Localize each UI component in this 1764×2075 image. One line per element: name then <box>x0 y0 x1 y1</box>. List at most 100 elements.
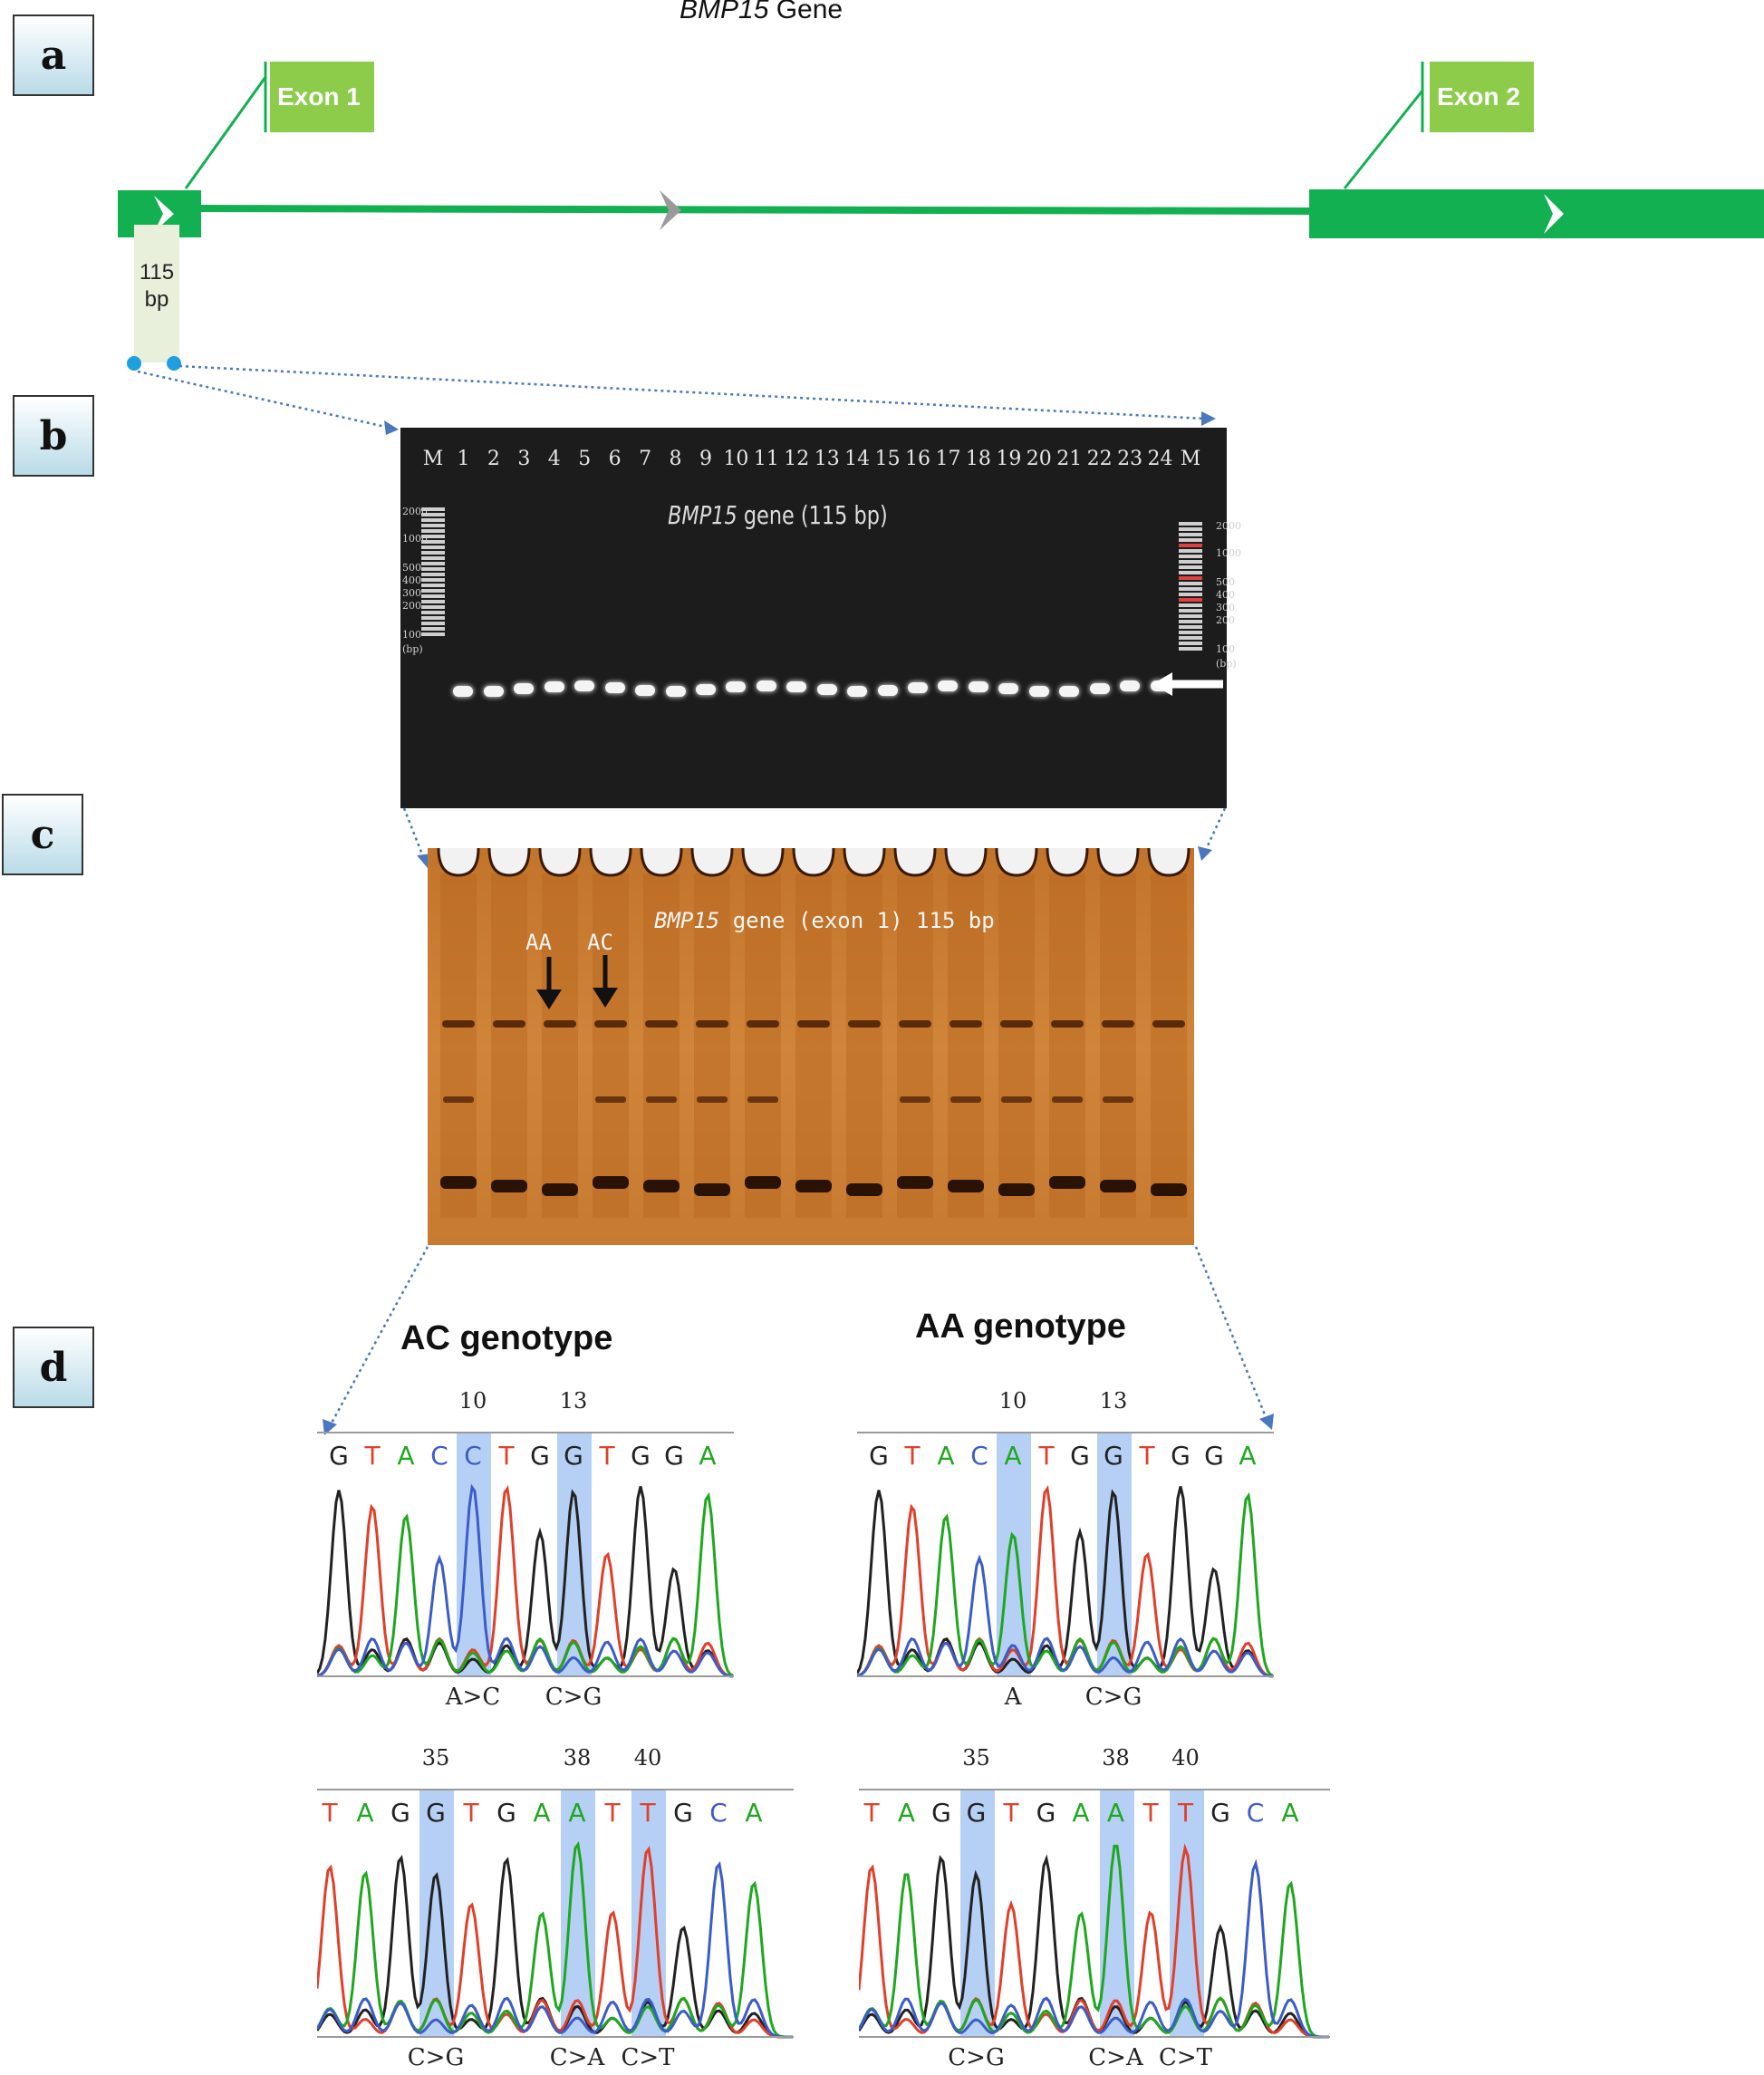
gel-lane-label: 3 <box>517 448 531 470</box>
sscp-band-upper <box>1152 1020 1185 1028</box>
ladder-size-label: 1000 <box>1216 547 1241 559</box>
ladder-band <box>421 616 445 620</box>
sscp-band-upper <box>848 1020 881 1028</box>
sscp-band-lower <box>795 1180 832 1192</box>
sscp-gel-title: BMP15 gene (exon 1) 115 bp <box>654 908 995 933</box>
sscp-lane <box>593 873 629 1218</box>
gel-band <box>604 682 625 694</box>
sscp-well <box>1096 848 1140 877</box>
gel-band <box>453 685 474 697</box>
exon1-label: Exon 1 <box>277 82 361 111</box>
sscp-band-lower <box>998 1183 1035 1196</box>
sscp-well <box>538 848 582 877</box>
ladder-band <box>421 513 445 516</box>
amplicon-size-value: 115 <box>139 260 175 285</box>
sscp-band-upper <box>645 1020 678 1028</box>
sscp-well <box>1147 848 1190 877</box>
gel-lane-label: 7 <box>639 448 652 470</box>
sscp-band-upper <box>594 1020 627 1028</box>
sscp-band-upper <box>797 1020 830 1028</box>
gel-lane-label: 19 <box>996 448 1022 470</box>
gel-lane-label: 12 <box>784 448 810 470</box>
sscp-band-middle <box>950 1096 981 1103</box>
sscp-band-middle <box>1052 1096 1083 1103</box>
sscp-band-lower <box>1151 1183 1187 1196</box>
ladder-band <box>1179 642 1202 645</box>
ladder-band <box>421 507 445 511</box>
ladder-band <box>1179 609 1202 613</box>
sscp-well <box>944 848 988 877</box>
gel-lane-label: 21 <box>1056 448 1083 470</box>
sscp-lane <box>542 873 578 1218</box>
sscp-band-upper <box>442 1020 475 1028</box>
sscp-band-upper <box>1051 1020 1084 1028</box>
chromatogram-ac-exon-top: 10 13 G T A C C T G G T G G A A>C C>G <box>317 1386 734 1722</box>
ladder-band <box>421 567 445 571</box>
gel-lane-label: 2 <box>487 448 500 470</box>
ladder-size-label: 100 <box>1216 643 1235 655</box>
sscp-band-upper <box>1000 1020 1033 1028</box>
gel-lane-label: 6 <box>608 448 622 470</box>
sscp-band-middle <box>697 1096 728 1103</box>
chromatogram-ac-exon-bottom: 35 38 40 T A G G T G A A T T G C A C>G C>A C>T <box>317 1743 794 2075</box>
sscp-gel-title-italic: BMP15 <box>654 908 720 933</box>
exon1-callout-line <box>184 76 267 189</box>
exon2-label: Exon 2 <box>1437 82 1520 111</box>
sscp-lane <box>440 873 477 1218</box>
sscp-band-lower <box>745 1176 781 1189</box>
chromatogram-traces <box>317 1483 734 1678</box>
sscp-band-middle <box>900 1096 930 1103</box>
amplicon-size-unit: bp <box>144 287 169 312</box>
ladder-band <box>421 632 445 636</box>
gel-band <box>968 680 988 692</box>
ladder-band <box>421 562 445 565</box>
gel-band <box>544 680 564 692</box>
agarose-gel-title-rest: gene (115 bp) <box>737 500 888 530</box>
sscp-band-upper <box>493 1020 525 1028</box>
marker-aa-label: AA <box>525 930 552 955</box>
ladder-size-label: 200 <box>1216 614 1235 626</box>
ladder-band <box>1179 527 1202 531</box>
ladder-band <box>1179 587 1202 591</box>
aa-genotype-title: AA genotype <box>915 1308 1126 1346</box>
gel-lane-label: 10 <box>723 448 749 470</box>
ladder-band <box>421 594 445 598</box>
sscp-band-upper <box>949 1020 982 1028</box>
sscp-gel-image: BMP15 gene (exon 1) 115 bp AA AC <box>428 848 1194 1245</box>
gel-band <box>483 685 504 697</box>
marker-aa-arrow-icon <box>536 957 562 1009</box>
amplicon-size-label: 115 bp <box>134 259 179 314</box>
sscp-band-lower <box>1049 1176 1085 1189</box>
ladder-size-label: 300 <box>402 587 421 599</box>
sscp-band-lower <box>643 1180 680 1192</box>
gel-lane-label: 16 <box>905 448 931 470</box>
sscp-band-upper <box>1102 1020 1134 1028</box>
ladder-band <box>421 518 445 522</box>
mutation-label: C>T <box>1158 2044 1213 2071</box>
gel-band <box>574 680 595 692</box>
sscp-well <box>589 848 632 877</box>
chromatogram-aa-exon-bottom: 35 38 40 T A G G T G A A T T G C A C>G C>A C>T <box>859 1743 1330 2075</box>
gel-band <box>847 685 868 697</box>
agarose-gel-image: M 1 2 3 4 5 6 7 8 9 10 11 12 13 14 15 16 17 18 19 20 21 22 23 24… <box>400 428 1241 808</box>
ladder-band <box>1179 647 1202 651</box>
gel-lane-label: 11 <box>753 448 779 470</box>
trace-C <box>859 1858 1329 2039</box>
zoom-arrow-left <box>137 370 390 429</box>
gel-band <box>695 684 716 696</box>
ladder-band <box>1179 571 1202 574</box>
sscp-band-middle <box>595 1096 626 1103</box>
sscp-well <box>1046 848 1089 877</box>
ladder-band <box>1179 576 1202 580</box>
sscp-well <box>843 848 886 877</box>
gel-lane-label: 1 <box>457 448 470 470</box>
ladder-band <box>1179 636 1202 640</box>
ladder-band <box>1179 593 1202 596</box>
ladder-size-label: 2000 <box>1216 520 1241 532</box>
gel-band <box>938 680 959 692</box>
gel-lane-label: 20 <box>1026 448 1052 470</box>
gel-lane-label: 15 <box>874 448 901 470</box>
ladder-size-label: 400 <box>1216 589 1235 601</box>
sscp-well <box>792 848 835 877</box>
sscp-lane <box>998 873 1035 1218</box>
